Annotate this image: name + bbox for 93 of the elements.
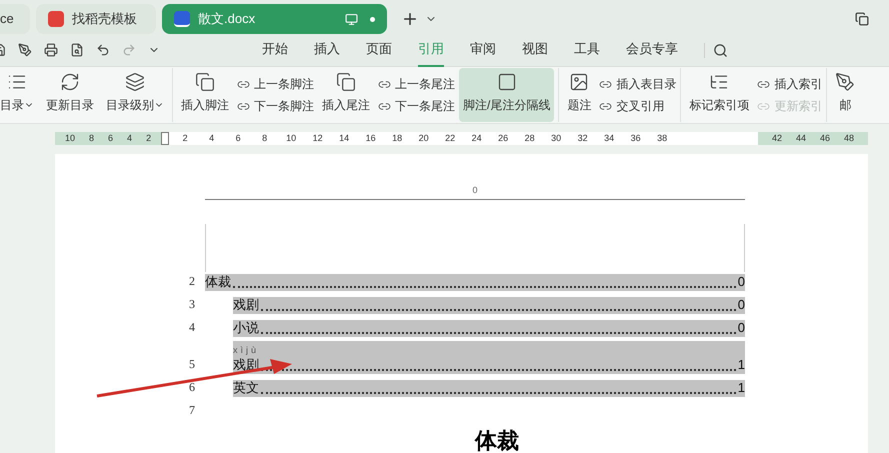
- ruler-number: 30: [550, 132, 562, 146]
- ruler-number: 24: [470, 132, 483, 146]
- menu-tab[interactable]: 开始: [262, 34, 288, 66]
- ribbon-button[interactable]: 邮: [831, 68, 860, 122]
- line-number: 2: [188, 273, 196, 290]
- ruler-number: 36: [630, 132, 642, 146]
- ribbon-button[interactable]: 更新目录: [42, 68, 98, 122]
- ribbon-icon: [496, 72, 517, 92]
- document-logo-icon: [174, 11, 190, 27]
- ribbon-icon: [125, 72, 145, 92]
- page-number: 1: [738, 378, 745, 396]
- app-logo-icon: [48, 11, 64, 27]
- line-number: 3: [188, 296, 196, 313]
- page-number: 1: [738, 356, 745, 374]
- ribbon-button[interactable]: 上一条尾注: [378, 73, 455, 96]
- menu-tab[interactable]: 视图: [522, 34, 548, 66]
- ribbon-icon: [569, 72, 590, 92]
- ruler-number: 14: [338, 132, 350, 146]
- toc-title: 戏剧: [233, 296, 259, 314]
- indent-marker-icon[interactable]: [161, 132, 170, 146]
- tab-label: 散文.docx: [198, 10, 256, 28]
- line-number: 5: [188, 356, 196, 373]
- ruler-number: 8: [261, 132, 268, 146]
- menu-tab[interactable]: 审阅: [470, 34, 496, 66]
- pinyin-annotation: xìjù: [233, 344, 260, 357]
- document-tab[interactable]: 找稻壳模板: [36, 4, 156, 34]
- monitor-icon[interactable]: [345, 12, 358, 26]
- ruler-number: 46: [820, 132, 830, 146]
- new-tab-icon[interactable]: [401, 10, 419, 28]
- undo-icon[interactable]: [96, 43, 110, 57]
- ribbon-button[interactable]: 交叉引用: [599, 95, 676, 118]
- ribbon-button[interactable]: 插入表目录: [599, 73, 676, 96]
- restore-window-icon[interactable]: [855, 12, 869, 26]
- ruler-number: 10: [65, 132, 76, 146]
- ruler-number: 26: [497, 132, 510, 146]
- toc-title: 体裁: [205, 272, 231, 290]
- tab-label: ce: [0, 10, 14, 28]
- ruler-number: 18: [391, 132, 404, 146]
- menu-tab[interactable]: 插入: [314, 34, 340, 66]
- ruler-number: 8: [89, 132, 94, 146]
- search-icon[interactable]: [704, 42, 728, 58]
- ribbon-button[interactable]: 上一条脚注: [237, 73, 314, 96]
- ribbon-button[interactable]: 标记索引项: [685, 68, 754, 122]
- ribbon-icon: [195, 72, 215, 92]
- ruler-number: 32: [576, 132, 589, 146]
- ribbon-button[interactable]: 插入尾注: [318, 68, 374, 122]
- ribbon-button[interactable]: 目录: [0, 68, 38, 122]
- ruler-number: 20: [418, 132, 430, 146]
- menu-tab[interactable]: 会员专享: [626, 34, 678, 66]
- ruler-number: 2: [146, 132, 152, 146]
- ruler-number: 6: [234, 132, 242, 146]
- ribbon-button[interactable]: 下一条脚注: [237, 95, 314, 118]
- print-preview-icon[interactable]: [70, 43, 84, 57]
- ribbon-button[interactable]: 下一条尾注: [378, 95, 455, 118]
- line-number: 4: [188, 319, 196, 336]
- ruler-number: 34: [603, 132, 616, 146]
- ribbon-icon: [60, 72, 80, 92]
- ribbon-icon: [835, 72, 856, 92]
- ruler-number: 12: [312, 132, 324, 146]
- page-number: 0: [738, 296, 745, 314]
- heading: 体裁: [475, 429, 520, 453]
- ruler-number: 38: [656, 132, 668, 146]
- print-icon[interactable]: [44, 43, 58, 57]
- ribbon-button[interactable]: 目录级别: [102, 68, 168, 122]
- page-number: 0: [738, 318, 745, 336]
- ruler-number: 4: [208, 132, 216, 146]
- ribbon-button[interactable]: 题注: [563, 68, 596, 122]
- ruler-number: 4: [127, 132, 132, 146]
- ruler-number: 44: [796, 132, 806, 146]
- line-number: 7: [188, 402, 196, 419]
- page-number: 0: [738, 272, 745, 290]
- line-number: 6: [188, 379, 196, 396]
- ribbon-button[interactable]: 插入索引: [757, 73, 822, 96]
- toc-title: 英文: [233, 378, 259, 396]
- ruler-number: 6: [108, 132, 114, 146]
- ruler-number: 10: [285, 132, 298, 146]
- ribbon-button[interactable]: 脚注/尾注分隔线: [459, 68, 554, 122]
- ruler-number: 22: [444, 132, 456, 146]
- document-tab[interactable]: ce: [0, 4, 30, 34]
- ribbon-button[interactable]: 插入脚注: [177, 68, 233, 122]
- menu-tab[interactable]: 工具: [574, 34, 600, 66]
- ruler-number: 2: [182, 132, 189, 146]
- tab-label: 找稻壳模板: [72, 10, 137, 28]
- ruler-number: 16: [364, 132, 377, 146]
- document-tab[interactable]: 散文.docx: [162, 4, 387, 34]
- ruler-number: 28: [524, 132, 536, 146]
- ribbon-icon: [336, 72, 356, 92]
- toc-title: 小说: [233, 318, 259, 336]
- pen-icon[interactable]: [18, 43, 32, 57]
- ruler-number: 42: [772, 132, 782, 146]
- menu-tab[interactable]: 页面: [366, 34, 392, 66]
- ruler-number: 48: [844, 132, 854, 146]
- header-text: 0: [472, 184, 478, 196]
